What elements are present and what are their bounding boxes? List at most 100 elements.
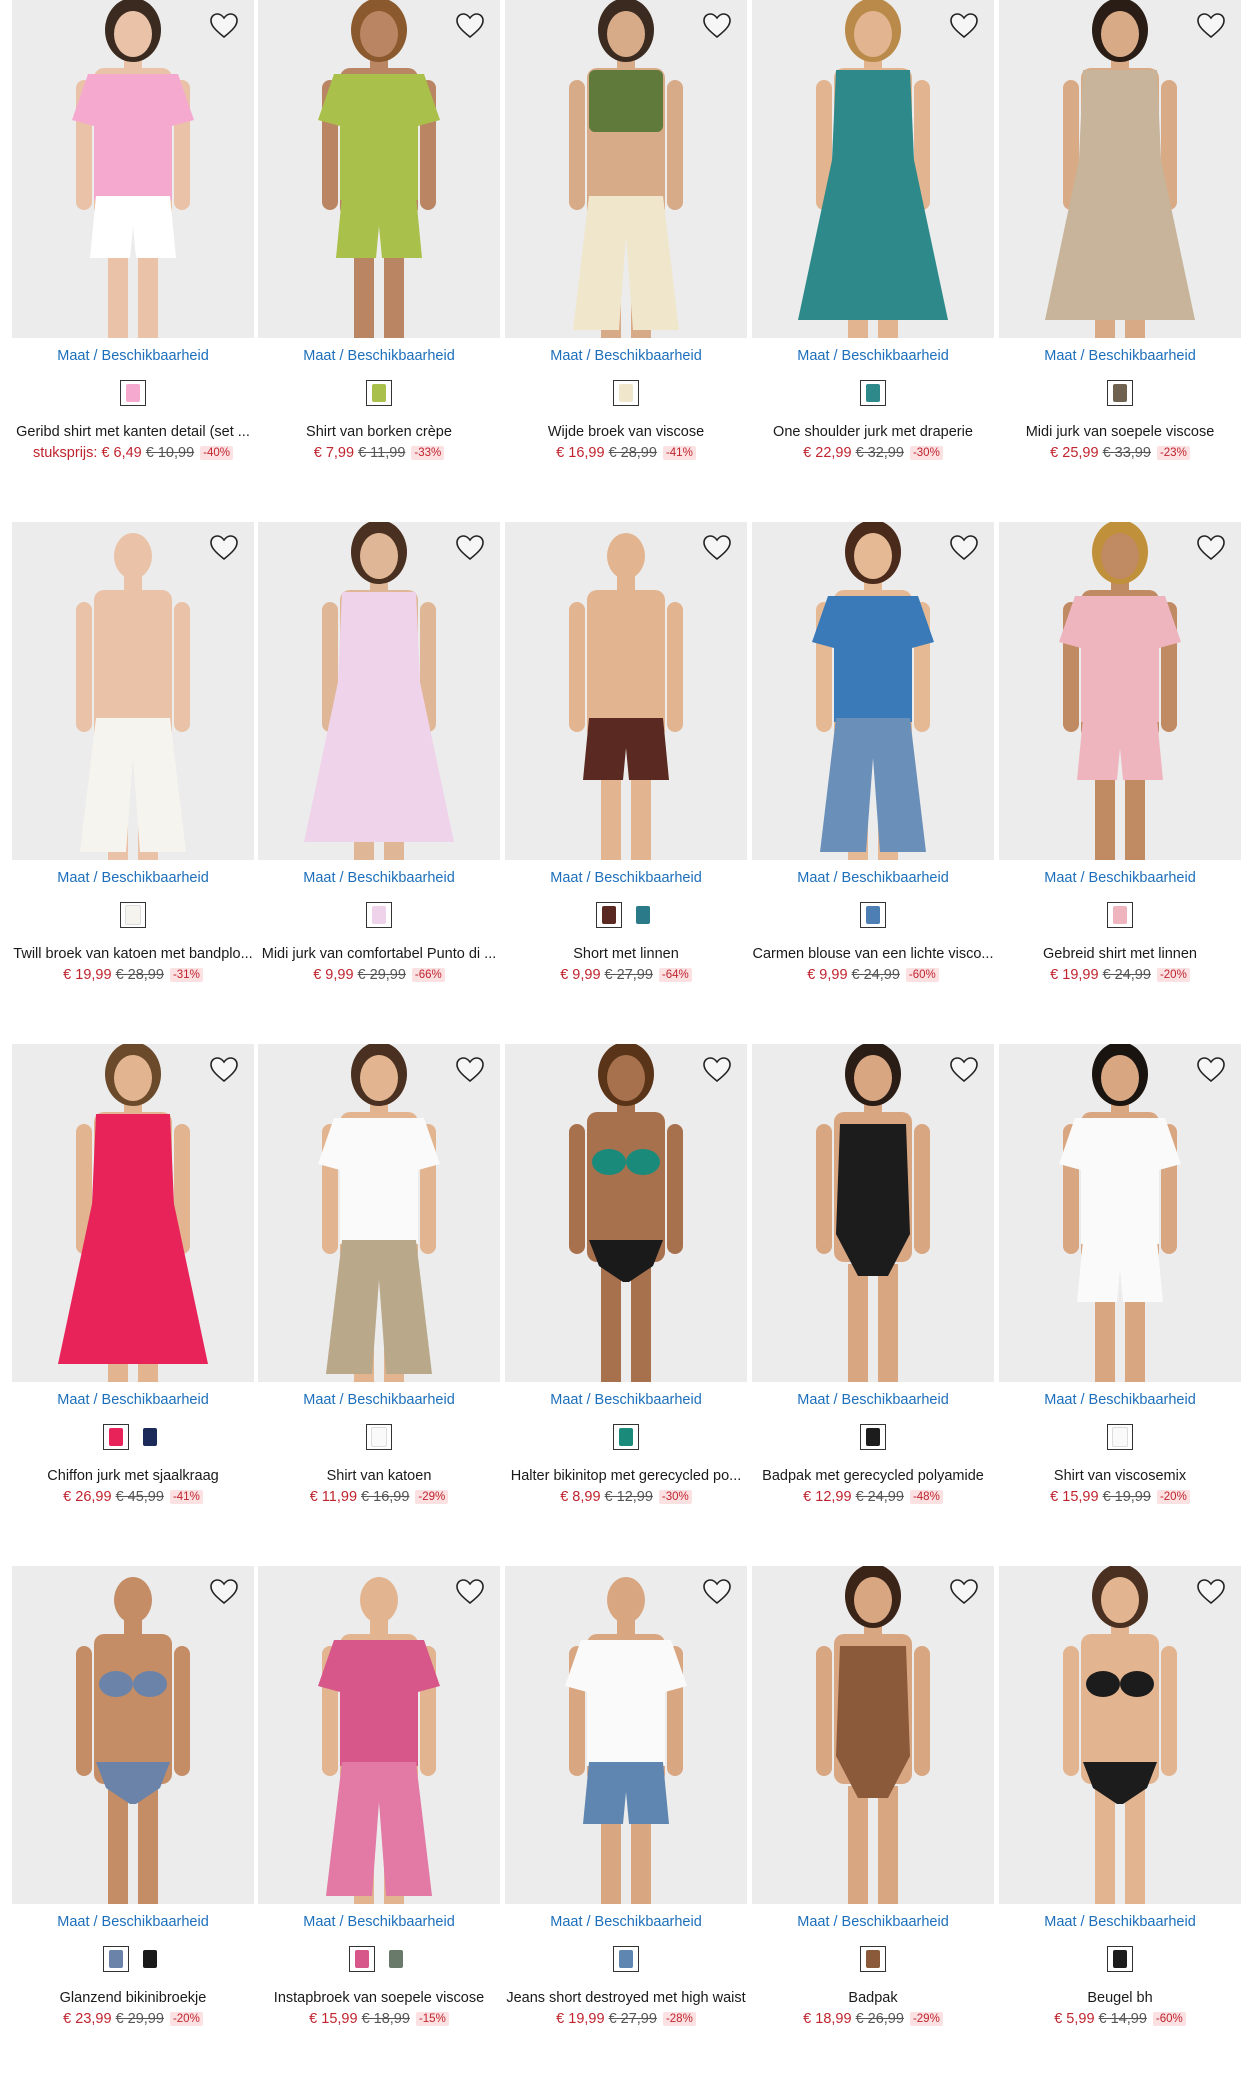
product-photo[interactable] [752, 1044, 994, 1382]
color-swatch[interactable] [860, 902, 886, 928]
product-name[interactable]: Midi jurk van comfortabel Punto di ... [258, 946, 500, 962]
product-name[interactable]: Instapbroek van soepele viscose [258, 1990, 500, 2006]
product-card[interactable]: Maat / Beschikbaarheid Twill broek van ka… [12, 522, 254, 983]
color-swatch[interactable] [613, 1946, 639, 1972]
wishlist-heart-icon[interactable] [701, 1576, 733, 1608]
size-availability-link[interactable]: Maat / Beschikbaarheid [505, 348, 747, 364]
product-name[interactable]: Shirt van viscosemix [999, 1468, 1241, 1484]
color-swatch[interactable] [630, 902, 656, 928]
product-photo[interactable] [505, 0, 747, 338]
color-swatch[interactable] [1107, 1946, 1133, 1972]
product-photo[interactable] [12, 522, 254, 860]
wishlist-heart-icon[interactable] [1195, 532, 1227, 564]
size-availability-link[interactable]: Maat / Beschikbaarheid [752, 1392, 994, 1408]
size-availability-link[interactable]: Maat / Beschikbaarheid [505, 870, 747, 886]
color-swatch[interactable] [103, 1946, 129, 1972]
product-card[interactable]: Maat / Beschikbaarheid Shirt van borken c… [258, 0, 500, 461]
product-photo[interactable] [999, 1566, 1241, 1904]
color-swatch[interactable] [383, 1946, 409, 1972]
color-swatch[interactable] [613, 1424, 639, 1450]
product-name[interactable]: One shoulder jurk met draperie [752, 424, 994, 440]
wishlist-heart-icon[interactable] [454, 1054, 486, 1086]
product-photo[interactable] [999, 522, 1241, 860]
product-name[interactable]: Beugel bh [999, 1990, 1241, 2006]
product-name[interactable]: Chiffon jurk met sjaalkraag [12, 1468, 254, 1484]
product-name[interactable]: Glanzend bikinibroekje [12, 1990, 254, 2006]
product-card[interactable]: Maat / Beschikbaarheid Wijde broek van vi… [505, 0, 747, 461]
color-swatch[interactable] [120, 380, 146, 406]
product-card[interactable]: Maat / Beschikbaarheid Badpak € 18,99 € 26,… [752, 1566, 994, 2027]
size-availability-link[interactable]: Maat / Beschikbaarheid [12, 1392, 254, 1408]
product-photo[interactable] [258, 1566, 500, 1904]
product-name[interactable]: Geribd shirt met kanten detail (set ... [12, 424, 254, 440]
product-card[interactable]: Maat / Beschikbaarheid Geribd shirt met k… [12, 0, 254, 461]
product-name[interactable]: Jeans short destroyed met high waist [505, 1990, 747, 2006]
product-card[interactable]: Maat / Beschikbaarheid Shirt van viscosem… [999, 1044, 1241, 1505]
product-name[interactable]: Twill broek van katoen met bandplo... [12, 946, 254, 962]
size-availability-link[interactable]: Maat / Beschikbaarheid [999, 1392, 1241, 1408]
size-availability-link[interactable]: Maat / Beschikbaarheid [258, 1914, 500, 1930]
product-name[interactable]: Carmen blouse van een lichte visco... [752, 946, 994, 962]
product-card[interactable]: Maat / Beschikbaarheid Gebreid shirt met … [999, 522, 1241, 983]
wishlist-heart-icon[interactable] [948, 532, 980, 564]
wishlist-heart-icon[interactable] [701, 1054, 733, 1086]
color-swatch[interactable] [103, 1424, 129, 1450]
product-name[interactable]: Short met linnen [505, 946, 747, 962]
color-swatch[interactable] [137, 1424, 163, 1450]
product-name[interactable]: Gebreid shirt met linnen [999, 946, 1241, 962]
product-photo[interactable] [12, 1566, 254, 1904]
product-photo[interactable] [752, 522, 994, 860]
product-photo[interactable] [505, 522, 747, 860]
size-availability-link[interactable]: Maat / Beschikbaarheid [258, 870, 500, 886]
color-swatch[interactable] [366, 902, 392, 928]
product-card[interactable]: Maat / Beschikbaarheid Shirt van katoen € … [258, 1044, 500, 1505]
product-name[interactable]: Midi jurk van soepele viscose [999, 424, 1241, 440]
product-name[interactable]: Badpak met gerecycled polyamide [752, 1468, 994, 1484]
product-photo[interactable] [258, 0, 500, 338]
size-availability-link[interactable]: Maat / Beschikbaarheid [999, 870, 1241, 886]
wishlist-heart-icon[interactable] [1195, 1054, 1227, 1086]
product-card[interactable]: Maat / Beschikbaarheid Jeans short destro… [505, 1566, 747, 2027]
product-card[interactable]: Maat / Beschikbaarheid Short met linnen € … [505, 522, 747, 983]
color-swatch[interactable] [137, 1946, 163, 1972]
size-availability-link[interactable]: Maat / Beschikbaarheid [505, 1914, 747, 1930]
wishlist-heart-icon[interactable] [454, 10, 486, 42]
product-card[interactable]: Maat / Beschikbaarheid Beugel bh € 5,99 € 1… [999, 1566, 1241, 2027]
color-swatch[interactable] [860, 1424, 886, 1450]
size-availability-link[interactable]: Maat / Beschikbaarheid [752, 1914, 994, 1930]
color-swatch[interactable] [596, 902, 622, 928]
color-swatch[interactable] [366, 380, 392, 406]
product-photo[interactable] [999, 0, 1241, 338]
product-name[interactable]: Halter bikinitop met gerecycled po... [505, 1468, 747, 1484]
product-card[interactable]: Maat / Beschikbaarheid Halter bikinitop m… [505, 1044, 747, 1505]
product-card[interactable]: Maat / Beschikbaarheid One shoulder jurk … [752, 0, 994, 461]
wishlist-heart-icon[interactable] [948, 10, 980, 42]
product-name[interactable]: Badpak [752, 1990, 994, 2006]
wishlist-heart-icon[interactable] [1195, 1576, 1227, 1608]
product-photo[interactable] [752, 1566, 994, 1904]
product-card[interactable]: Maat / Beschikbaarheid Badpak met gerecyc… [752, 1044, 994, 1505]
color-swatch[interactable] [1107, 1424, 1133, 1450]
wishlist-heart-icon[interactable] [948, 1054, 980, 1086]
size-availability-link[interactable]: Maat / Beschikbaarheid [999, 1914, 1241, 1930]
wishlist-heart-icon[interactable] [454, 1576, 486, 1608]
color-swatch[interactable] [860, 1946, 886, 1972]
product-photo[interactable] [999, 1044, 1241, 1382]
size-availability-link[interactable]: Maat / Beschikbaarheid [258, 348, 500, 364]
size-availability-link[interactable]: Maat / Beschikbaarheid [12, 870, 254, 886]
wishlist-heart-icon[interactable] [208, 1576, 240, 1608]
wishlist-heart-icon[interactable] [1195, 10, 1227, 42]
product-card[interactable]: Maat / Beschikbaarheid Carmen blouse van … [752, 522, 994, 983]
product-name[interactable]: Wijde broek van viscose [505, 424, 747, 440]
wishlist-heart-icon[interactable] [208, 10, 240, 42]
product-photo[interactable] [258, 522, 500, 860]
size-availability-link[interactable]: Maat / Beschikbaarheid [505, 1392, 747, 1408]
color-swatch[interactable] [366, 1424, 392, 1450]
wishlist-heart-icon[interactable] [454, 532, 486, 564]
product-card[interactable]: Maat / Beschikbaarheid Midi jurk van soep… [999, 0, 1241, 461]
color-swatch[interactable] [1107, 902, 1133, 928]
product-photo[interactable] [12, 1044, 254, 1382]
product-card[interactable]: Maat / Beschikbaarheid Midi jurk van comf… [258, 522, 500, 983]
color-swatch[interactable] [120, 902, 146, 928]
size-availability-link[interactable]: Maat / Beschikbaarheid [12, 1914, 254, 1930]
